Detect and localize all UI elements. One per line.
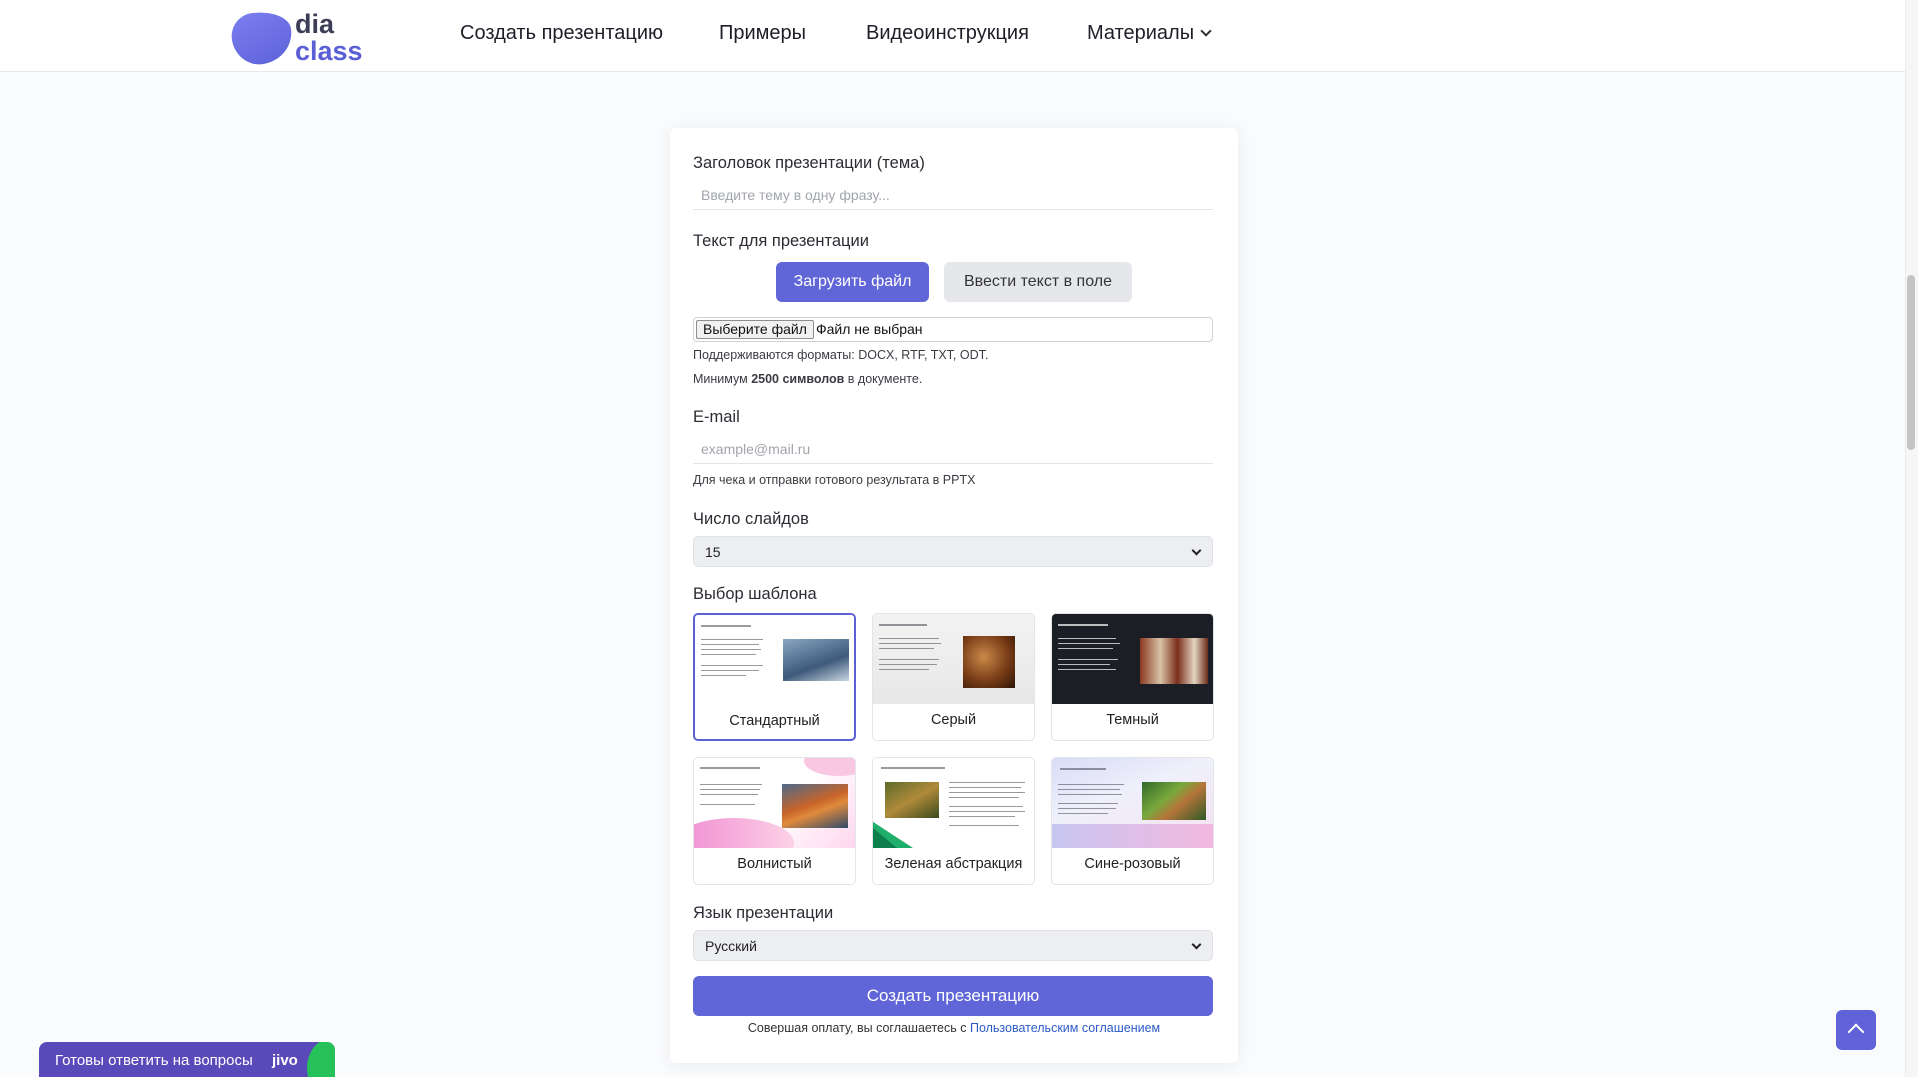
email-field[interactable] <box>693 434 1213 464</box>
nav-materials-label: Материалы <box>1087 22 1195 44</box>
chevron-down-icon <box>1200 25 1212 37</box>
chat-brand: jivo <box>272 1052 298 1069</box>
email-label: E-mail <box>693 408 740 426</box>
min-hint-prefix: Минимум <box>693 372 752 386</box>
template-name: Стандартный <box>729 713 820 729</box>
logo-text-class: class <box>295 36 363 66</box>
template-standard[interactable]: Стандартный <box>693 613 856 741</box>
create-presentation-button[interactable]: Создать презентацию <box>693 976 1213 1016</box>
site-header: dia class Создать презентацию Примеры Ви… <box>0 0 1905 72</box>
template-standard-preview <box>695 615 854 705</box>
email-hint: Для чека и отправки готового результата … <box>693 473 976 487</box>
user-agreement-link[interactable]: Пользовательским соглашением <box>970 1021 1160 1035</box>
template-name: Зеленая абстракция <box>884 856 1023 872</box>
chevron-down-icon <box>1191 545 1202 556</box>
template-blue-pink-preview <box>1052 758 1213 848</box>
template-name: Сине-розовый <box>1084 856 1181 872</box>
template-grey-preview <box>873 614 1034 704</box>
language-select[interactable]: Русский <box>693 930 1213 961</box>
text-label: Текст для презентации <box>693 232 869 250</box>
formats-hint: Поддерживаются форматы: DOCX, RTF, TXT, … <box>693 348 989 362</box>
template-dark[interactable]: Темный <box>1051 613 1214 741</box>
language-select-value: Русский <box>705 938 757 954</box>
nav-create-presentation[interactable]: Создать презентацию <box>460 22 663 45</box>
slides-select-value: 15 <box>705 544 721 560</box>
logo-text-dia: dia <box>295 9 335 39</box>
title-label: Заголовок презентации (тема) <box>693 154 925 172</box>
template-green-abstract[interactable]: Зеленая абстракция <box>872 757 1035 885</box>
nav-video-guide[interactable]: Видеоинструкция <box>866 22 1029 45</box>
chevron-up-icon <box>1847 1023 1865 1041</box>
agreement-text: Совершая оплату, вы соглашаетесь с Польз… <box>670 1021 1238 1035</box>
template-wavy-preview <box>694 758 855 848</box>
presentation-form: Заголовок презентации (тема) Текст для п… <box>670 128 1238 1063</box>
enter-text-tab-button[interactable]: Ввести текст в поле <box>944 262 1132 302</box>
logo-blob-icon <box>228 8 296 68</box>
template-green-abstract-preview <box>873 758 1034 848</box>
file-input[interactable]: Выберите файл Файл не выбран <box>693 317 1213 342</box>
chevron-down-icon <box>1191 939 1202 950</box>
template-name: Серый <box>930 712 977 728</box>
min-chars-hint: Минимум 2500 символов в документе. <box>693 372 922 386</box>
template-wavy[interactable]: Волнистый <box>693 757 856 885</box>
template-label: Выбор шаблона <box>693 585 817 603</box>
min-hint-suffix: в документе. <box>844 372 923 386</box>
scrollbar-thumb[interactable] <box>1907 275 1915 450</box>
slides-select[interactable]: 15 <box>693 536 1213 567</box>
upload-file-tab-button[interactable]: Загрузить файл <box>776 262 929 302</box>
logo[interactable]: dia class <box>228 8 364 68</box>
chat-widget[interactable]: Готовы ответить на вопросы jivo <box>39 1042 335 1077</box>
template-name: Темный <box>1106 712 1159 728</box>
min-hint-bold: 2500 символов <box>751 372 845 386</box>
nav-materials[interactable]: Материалы <box>1087 22 1212 45</box>
page-scrollbar[interactable] <box>1905 0 1918 1077</box>
agreement-prefix: Совершая оплату, вы соглашаетесь с <box>747 1021 970 1035</box>
chat-widget-text: Готовы ответить на вопросы <box>55 1052 253 1069</box>
title-input[interactable] <box>693 180 1213 210</box>
template-blue-pink[interactable]: Сине-розовый <box>1051 757 1214 885</box>
language-label: Язык презентации <box>693 904 834 922</box>
template-grey[interactable]: Серый <box>872 613 1035 741</box>
slides-label: Число слайдов <box>693 510 809 528</box>
template-name: Волнистый <box>737 856 812 872</box>
nav-examples[interactable]: Примеры <box>719 22 806 45</box>
scroll-to-top-button[interactable] <box>1836 1010 1876 1050</box>
chat-status-icon <box>307 1042 335 1077</box>
template-dark-preview <box>1052 614 1213 704</box>
choose-file-button[interactable]: Выберите файл <box>696 320 814 339</box>
file-status: Файл не выбран <box>816 321 923 337</box>
